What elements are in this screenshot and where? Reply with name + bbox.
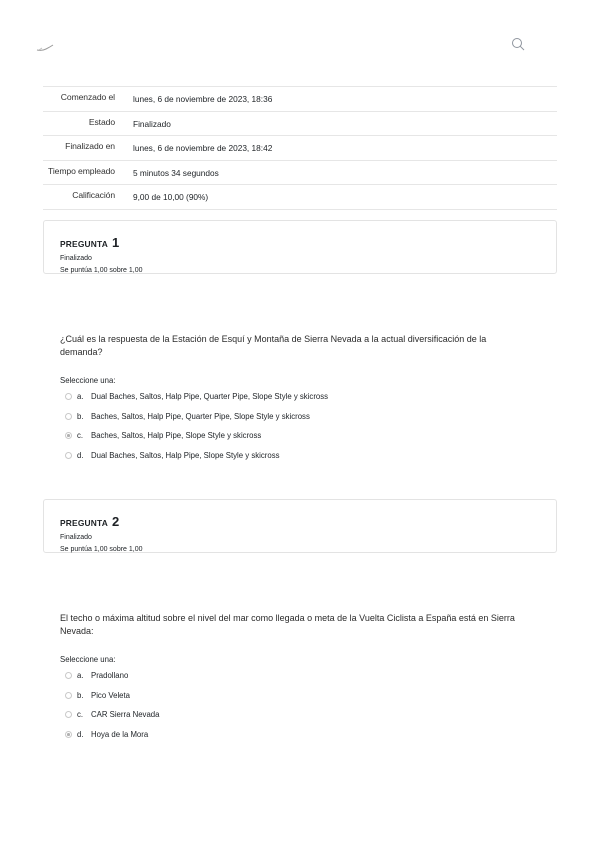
answer-option[interactable]: c. Baches, Saltos, Halp Pipe, Slope Styl…: [60, 426, 328, 446]
radio-button-selected[interactable]: [65, 730, 72, 738]
summary-value: 5 minutos 34 segundos: [133, 167, 219, 178]
answer-text: Pradollano: [91, 671, 129, 681]
question-state: Finalizado: [60, 534, 92, 541]
summary-row-state: Estado Finalizado: [43, 111, 557, 136]
question-state: Finalizado: [60, 255, 92, 262]
answer-letter: d.: [77, 450, 84, 460]
answer-letter: d.: [77, 729, 84, 739]
question-grade: Se puntúa 1,00 sobre 1,00: [60, 267, 143, 274]
radio-button-selected[interactable]: [65, 432, 72, 440]
radio-button[interactable]: [65, 451, 72, 459]
answer-text: Hoya de la Mora: [91, 729, 149, 739]
summary-label: Estado: [88, 116, 115, 127]
question-number: PREGUNTA 2: [60, 514, 556, 529]
question-text: ¿Cuál es la respuesta de la Estación de …: [60, 334, 487, 357]
search-icon[interactable]: [511, 37, 525, 51]
question-info-card: PREGUNTA 1 Finalizado Se puntúa 1,00 sob…: [43, 220, 557, 274]
attempt-summary-table: Comenzado el lunes, 6 de noviembre de 20…: [43, 86, 557, 210]
summary-label: Tiempo empleado: [48, 165, 115, 176]
answer-option[interactable]: b. Baches, Saltos, Halp Pipe, Quarter Pi…: [60, 407, 328, 427]
summary-label: Finalizado en: [65, 141, 115, 152]
summary-value: 9,00 de 10,00 (90%): [133, 192, 209, 203]
answer-option[interactable]: a. Pradollano: [60, 666, 159, 686]
summary-row-grade: Calificación 9,00 de 10,00 (90%): [43, 184, 557, 210]
answer-letter: c.: [77, 431, 84, 441]
answer-letter: a.: [77, 392, 84, 402]
radio-button[interactable]: [65, 691, 72, 699]
summary-row-time-taken: Tiempo empleado 5 minutos 34 segundos: [43, 160, 557, 185]
question-number: PREGUNTA 1: [60, 235, 556, 250]
radio-button[interactable]: [65, 412, 72, 420]
radio-button[interactable]: [65, 393, 72, 401]
answer-option[interactable]: b. Pico Veleta: [60, 686, 159, 706]
answer-text: CAR Sierra Nevada: [91, 710, 160, 720]
question-label: PREGUNTA: [60, 239, 108, 249]
answer-text: Baches, Saltos, Halp Pipe, Quarter Pipe,…: [91, 411, 310, 421]
summary-row-started: Comenzado el lunes, 6 de noviembre de 20…: [43, 86, 557, 112]
answer-text: Dual Baches, Saltos, Halp Pipe, Quarter …: [91, 392, 329, 402]
summary-value: lunes, 6 de noviembre de 2023, 18:42: [133, 143, 273, 154]
answer-letter: b.: [77, 411, 84, 421]
question-label: PREGUNTA: [60, 518, 108, 528]
answer-prompt: Seleccione una:: [60, 655, 116, 664]
radio-button[interactable]: [65, 711, 72, 719]
summary-label: Comenzado el: [60, 92, 115, 102]
answer-text: Baches, Saltos, Halp Pipe, Slope Style y…: [91, 431, 262, 441]
answer-option[interactable]: d. Hoya de la Mora: [60, 725, 159, 745]
summary-row-finished: Finalizado en lunes, 6 de noviembre de 2…: [43, 135, 557, 161]
summary-value: lunes, 6 de noviembre de 2023, 18:36: [133, 94, 273, 104]
answer-option[interactable]: d. Dual Baches, Saltos, Halp Pipe, Slope…: [60, 446, 328, 466]
answer-option[interactable]: c. CAR Sierra Nevada: [60, 705, 159, 725]
question-text: El techo o máxima altitud sobre el nivel…: [60, 613, 515, 636]
site-logo[interactable]: [36, 44, 54, 52]
question-grade: Se puntúa 1,00 sobre 1,00: [60, 546, 143, 553]
answer-letter: c.: [77, 710, 84, 720]
summary-label: Calificación: [72, 190, 115, 201]
answer-letter: b.: [77, 690, 84, 700]
answer-list: a. Pradollano b. Pico Veleta c. CAR Sier…: [60, 666, 159, 744]
answer-prompt: Seleccione una:: [60, 376, 116, 385]
answer-text: Dual Baches, Saltos, Halp Pipe, Slope St…: [91, 450, 280, 460]
answer-text: Pico Veleta: [91, 690, 131, 700]
answer-letter: a.: [77, 671, 84, 681]
question-number-value: 2: [111, 514, 120, 529]
answer-option[interactable]: a. Dual Baches, Saltos, Halp Pipe, Quart…: [60, 387, 328, 407]
radio-button[interactable]: [65, 672, 72, 680]
question-info-card: PREGUNTA 2 Finalizado Se puntúa 1,00 sob…: [43, 499, 557, 553]
question-number-value: 1: [111, 235, 120, 250]
summary-value: Finalizado: [133, 118, 171, 129]
answer-list: a. Dual Baches, Saltos, Halp Pipe, Quart…: [60, 387, 328, 465]
